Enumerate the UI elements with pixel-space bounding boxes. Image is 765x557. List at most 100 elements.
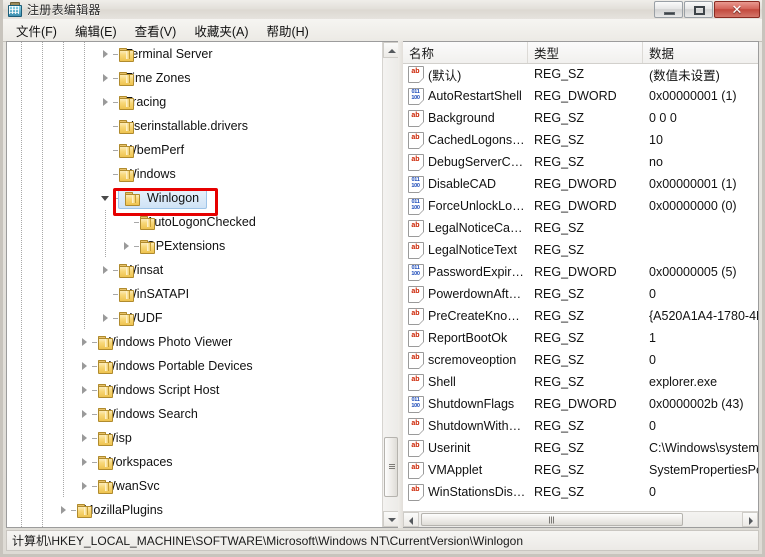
- chevron-right-icon: [749, 517, 753, 525]
- value-row[interactable]: ab VMApplet REG_SZ SystemPropertiesPe: [403, 459, 758, 481]
- column-header-type[interactable]: 类型: [528, 42, 643, 63]
- expand-arrow-icon[interactable]: [57, 498, 71, 522]
- tree-scroll-up-button[interactable]: [383, 42, 398, 58]
- close-button[interactable]: ✕: [714, 1, 760, 18]
- values-horizontal-scrollbar[interactable]: [403, 511, 758, 527]
- minimize-icon: [664, 12, 675, 15]
- menu-help[interactable]: 帮助(H): [257, 19, 317, 42]
- column-header-name[interactable]: 名称: [403, 42, 528, 63]
- value-data-cell: 0: [649, 419, 656, 433]
- tree-item-odbc[interactable]: ODBC: [7, 522, 382, 527]
- value-row[interactable]: ab ReportBootOk REG_SZ 1: [403, 327, 758, 349]
- value-row[interactable]: 011 100 AutoRestartShell REG_DWORD 0x0000000…: [403, 85, 758, 107]
- tree-item-mozillaplugins[interactable]: MozillaPlugins: [7, 498, 382, 522]
- expand-arrow-icon[interactable]: [78, 330, 92, 354]
- tree-item-winsatapi[interactable]: WinSATAPI: [7, 282, 382, 306]
- value-row[interactable]: 011 100 PasswordExpir… REG_DWORD 0x00000005 …: [403, 261, 758, 283]
- registry-tree[interactable]: Terminal Server Time Zones Tracing Userinst…: [7, 42, 382, 527]
- value-row[interactable]: 011 100 ShutdownFlags REG_DWORD 0x0000002b (…: [403, 393, 758, 415]
- values-scroll-thumb[interactable]: [421, 513, 683, 526]
- expand-arrow-icon[interactable]: [99, 42, 113, 66]
- tree-item-wbemperf[interactable]: WbemPerf: [7, 138, 382, 162]
- values-scroll-right-button[interactable]: [742, 512, 758, 527]
- folder-icon: [124, 191, 140, 206]
- values-list[interactable]: ab (默认) REG_SZ (数值未设置) 011 100 AutoRestartShel…: [403, 63, 758, 510]
- value-row[interactable]: ab ShutdownWith… REG_SZ 0: [403, 415, 758, 437]
- expand-arrow-icon[interactable]: [120, 234, 134, 258]
- expand-arrow-icon[interactable]: [57, 522, 71, 527]
- value-row[interactable]: ab LegalNoticeText REG_SZ: [403, 239, 758, 261]
- value-type-cell: REG_SZ: [534, 331, 585, 345]
- expand-arrow-icon[interactable]: [99, 258, 113, 282]
- collapse-arrow-icon[interactable]: [99, 186, 113, 210]
- tree-item-windows-script-host[interactable]: Windows Script Host: [7, 378, 382, 402]
- value-row[interactable]: ab LegalNoticeCa… REG_SZ: [403, 217, 758, 239]
- value-row[interactable]: 011 100 DisableCAD REG_DWORD 0x00000001 (1): [403, 173, 758, 195]
- tree-item-terminal-server[interactable]: Terminal Server: [7, 42, 382, 66]
- value-name-label: PowerdownAft…: [428, 287, 522, 301]
- tree-scroll-thumb[interactable]: [384, 437, 398, 497]
- value-row[interactable]: ab CachedLogons… REG_SZ 10: [403, 129, 758, 151]
- value-row[interactable]: ab WinStationsDis… REG_SZ 0: [403, 481, 758, 503]
- expand-arrow-icon[interactable]: [78, 450, 92, 474]
- value-data-cell: 0x00000000 (0): [649, 199, 737, 213]
- registry-values-pane[interactable]: 名称 类型 数据 ab (默认) REG_SZ (数值未设置) 011 100 AutoRe…: [403, 41, 759, 528]
- tree-item-workspaces[interactable]: Workspaces: [7, 450, 382, 474]
- expand-arrow-icon[interactable]: [78, 402, 92, 426]
- value-row[interactable]: ab Userinit REG_SZ C:\Windows\system:: [403, 437, 758, 459]
- expand-arrow-icon[interactable]: [99, 306, 113, 330]
- value-row[interactable]: 011 100 ForceUnlockLo… REG_DWORD 0x00000000 …: [403, 195, 758, 217]
- title-bar[interactable]: 注册表编辑器 ✕: [3, 0, 762, 19]
- expand-arrow-icon[interactable]: [78, 426, 92, 450]
- tree-item-tracing[interactable]: Tracing: [7, 90, 382, 114]
- value-row[interactable]: ab Shell REG_SZ explorer.exe: [403, 371, 758, 393]
- tree-item-winsat[interactable]: Winsat: [7, 258, 382, 282]
- expand-arrow-icon[interactable]: [99, 90, 113, 114]
- tree-item-windows-search[interactable]: Windows Search: [7, 402, 382, 426]
- value-name-label: ShutdownFlags: [428, 397, 515, 411]
- tree-item-content: WbemPerf: [118, 143, 186, 158]
- expand-arrow-icon[interactable]: [78, 378, 92, 402]
- tree-item-userinstallable-drivers[interactable]: Userinstallable.drivers: [7, 114, 382, 138]
- tree-scroll-down-button[interactable]: [383, 511, 398, 527]
- tree-item-wudf[interactable]: WUDF: [7, 306, 382, 330]
- value-row[interactable]: ab (默认) REG_SZ (数值未设置): [403, 63, 758, 85]
- value-row[interactable]: ab scremoveoption REG_SZ 0: [403, 349, 758, 371]
- value-row[interactable]: ab PreCreateKno… REG_SZ {A520A1A4-1780-4Fl: [403, 305, 758, 327]
- value-row[interactable]: ab Background REG_SZ 0 0 0: [403, 107, 758, 129]
- tree-item-label: Windows Search: [104, 407, 198, 421]
- status-bar: 计算机\HKEY_LOCAL_MACHINE\SOFTWARE\Microsof…: [6, 530, 759, 551]
- tree-item-wwansvc[interactable]: WwanSvc: [7, 474, 382, 498]
- tree-indent: [7, 522, 57, 527]
- tree-item-content: Time Zones: [118, 71, 193, 86]
- column-header-data[interactable]: 数据: [643, 42, 758, 63]
- minimize-button[interactable]: [654, 1, 683, 18]
- value-name-cell: ab VMApplet: [403, 461, 528, 479]
- tree-item-autologonchecked[interactable]: AutoLogonChecked: [7, 210, 382, 234]
- menu-favorites[interactable]: 收藏夹(A): [185, 19, 257, 42]
- expand-arrow-icon[interactable]: [99, 66, 113, 90]
- value-name-cell: ab PowerdownAft…: [403, 285, 528, 303]
- tree-item-wisp[interactable]: Wisp: [7, 426, 382, 450]
- menu-file[interactable]: 文件(F): [7, 19, 66, 42]
- tree-item-time-zones[interactable]: Time Zones: [7, 66, 382, 90]
- values-scroll-left-button[interactable]: [403, 512, 419, 527]
- tree-item-windows-photo-viewer[interactable]: Windows Photo Viewer: [7, 330, 382, 354]
- value-row[interactable]: ab PowerdownAft… REG_SZ 0: [403, 283, 758, 305]
- tree-item-windows-portable-devices[interactable]: Windows Portable Devices: [7, 354, 382, 378]
- expand-arrow-icon[interactable]: [78, 354, 92, 378]
- tree-item-winlogon[interactable]: Winlogon: [7, 186, 382, 210]
- tree-indent: [7, 330, 78, 354]
- string-value-icon: ab: [408, 351, 424, 369]
- maximize-button[interactable]: [684, 1, 713, 18]
- tree-item-windows[interactable]: Windows: [7, 162, 382, 186]
- menu-edit[interactable]: 编辑(E): [66, 19, 126, 42]
- tree-item-gpextensions[interactable]: GPExtensions: [7, 234, 382, 258]
- value-row[interactable]: ab DebugServerC… REG_SZ no: [403, 151, 758, 173]
- menu-view[interactable]: 查看(V): [126, 19, 186, 42]
- tree-vertical-scrollbar[interactable]: [382, 42, 398, 527]
- registry-tree-pane[interactable]: Terminal Server Time Zones Tracing Userinst…: [6, 41, 398, 528]
- expand-arrow-icon[interactable]: [78, 474, 92, 498]
